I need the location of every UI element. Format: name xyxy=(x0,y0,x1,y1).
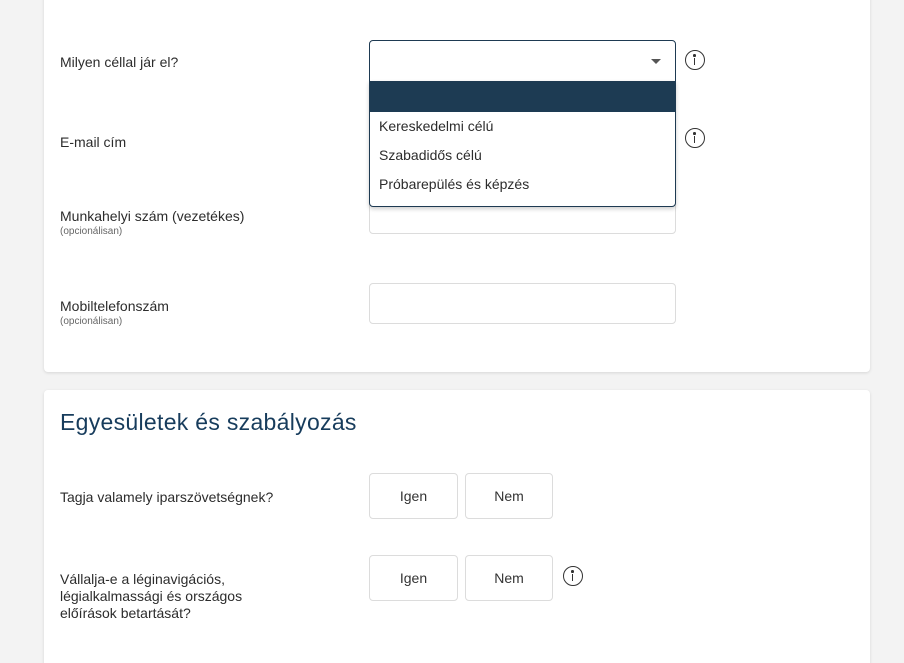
compliance-question-line3: előírások betartását? xyxy=(60,605,191,621)
member-yes-button[interactable]: Igen xyxy=(369,473,458,519)
purpose-option-testflight[interactable]: Próbarepülés és képzés xyxy=(370,170,675,199)
compliance-no-button[interactable]: Nem xyxy=(465,555,553,601)
info-icon[interactable] xyxy=(563,566,583,586)
purpose-option-empty[interactable] xyxy=(370,82,675,112)
email-label: E-mail cím xyxy=(60,134,127,150)
mobile-label: Mobiltelefonszám (opcionálisan) xyxy=(60,298,169,328)
work-phone-label-text: Munkahelyi szám (vezetékes) xyxy=(60,208,245,224)
compliance-question: Vállalja-e a léginavigációs, légialkalma… xyxy=(60,571,242,622)
work-phone-optional-note: (opcionálisan) xyxy=(60,226,123,237)
member-no-button[interactable]: Nem xyxy=(465,473,553,519)
purpose-option-leisure[interactable]: Szabadidős célú xyxy=(370,141,675,170)
purpose-dropdown-menu: Kereskedelmi célú Szabadidős célú Próbar… xyxy=(369,81,676,207)
purpose-option-commercial[interactable]: Kereskedelmi célú xyxy=(370,112,675,141)
compliance-yes-button[interactable]: Igen xyxy=(369,555,458,601)
mobile-label-text: Mobiltelefonszám xyxy=(60,298,169,314)
mobile-optional-note: (opcionálisan) xyxy=(60,316,123,327)
member-question: Tagja valamely iparszövetségnek? xyxy=(60,489,274,505)
work-phone-label: Munkahelyi szám (vezetékes) (opcionálisa… xyxy=(60,208,244,238)
purpose-select[interactable] xyxy=(369,40,676,82)
mobile-field[interactable] xyxy=(369,283,676,324)
info-icon[interactable] xyxy=(685,50,705,70)
chevron-down-icon xyxy=(651,59,661,64)
compliance-question-line2: légialkalmassági és országos xyxy=(60,588,243,604)
section-title: Egyesületek és szabályozás xyxy=(60,409,357,435)
purpose-label: Milyen céllal jár el? xyxy=(60,54,179,70)
info-icon[interactable] xyxy=(685,128,705,148)
compliance-question-line1: Vállalja-e a léginavigációs, xyxy=(60,571,225,587)
